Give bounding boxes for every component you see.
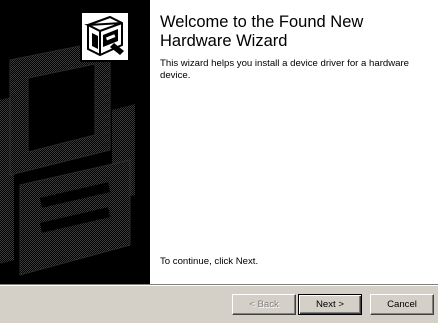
wizard-content-pane: Welcome to the Found New Hardware Wizard… (150, 0, 438, 284)
wizard-description: This wizard helps you install a device d… (160, 58, 410, 81)
found-new-hardware-wizard-dialog: Welcome to the Found New Hardware Wizard… (0, 0, 438, 323)
continue-instruction: To continue, click Next. (160, 256, 259, 267)
next-button[interactable]: Next > (298, 294, 362, 315)
wizard-side-banner (0, 0, 150, 284)
wizard-title: Welcome to the Found New Hardware Wizard (160, 13, 364, 50)
cancel-button[interactable]: Cancel (370, 294, 434, 315)
wizard-button-bar: < Back Next > Cancel (0, 286, 438, 323)
hardware-wizard-icon (80, 11, 130, 62)
back-button[interactable]: < Back (232, 294, 296, 315)
